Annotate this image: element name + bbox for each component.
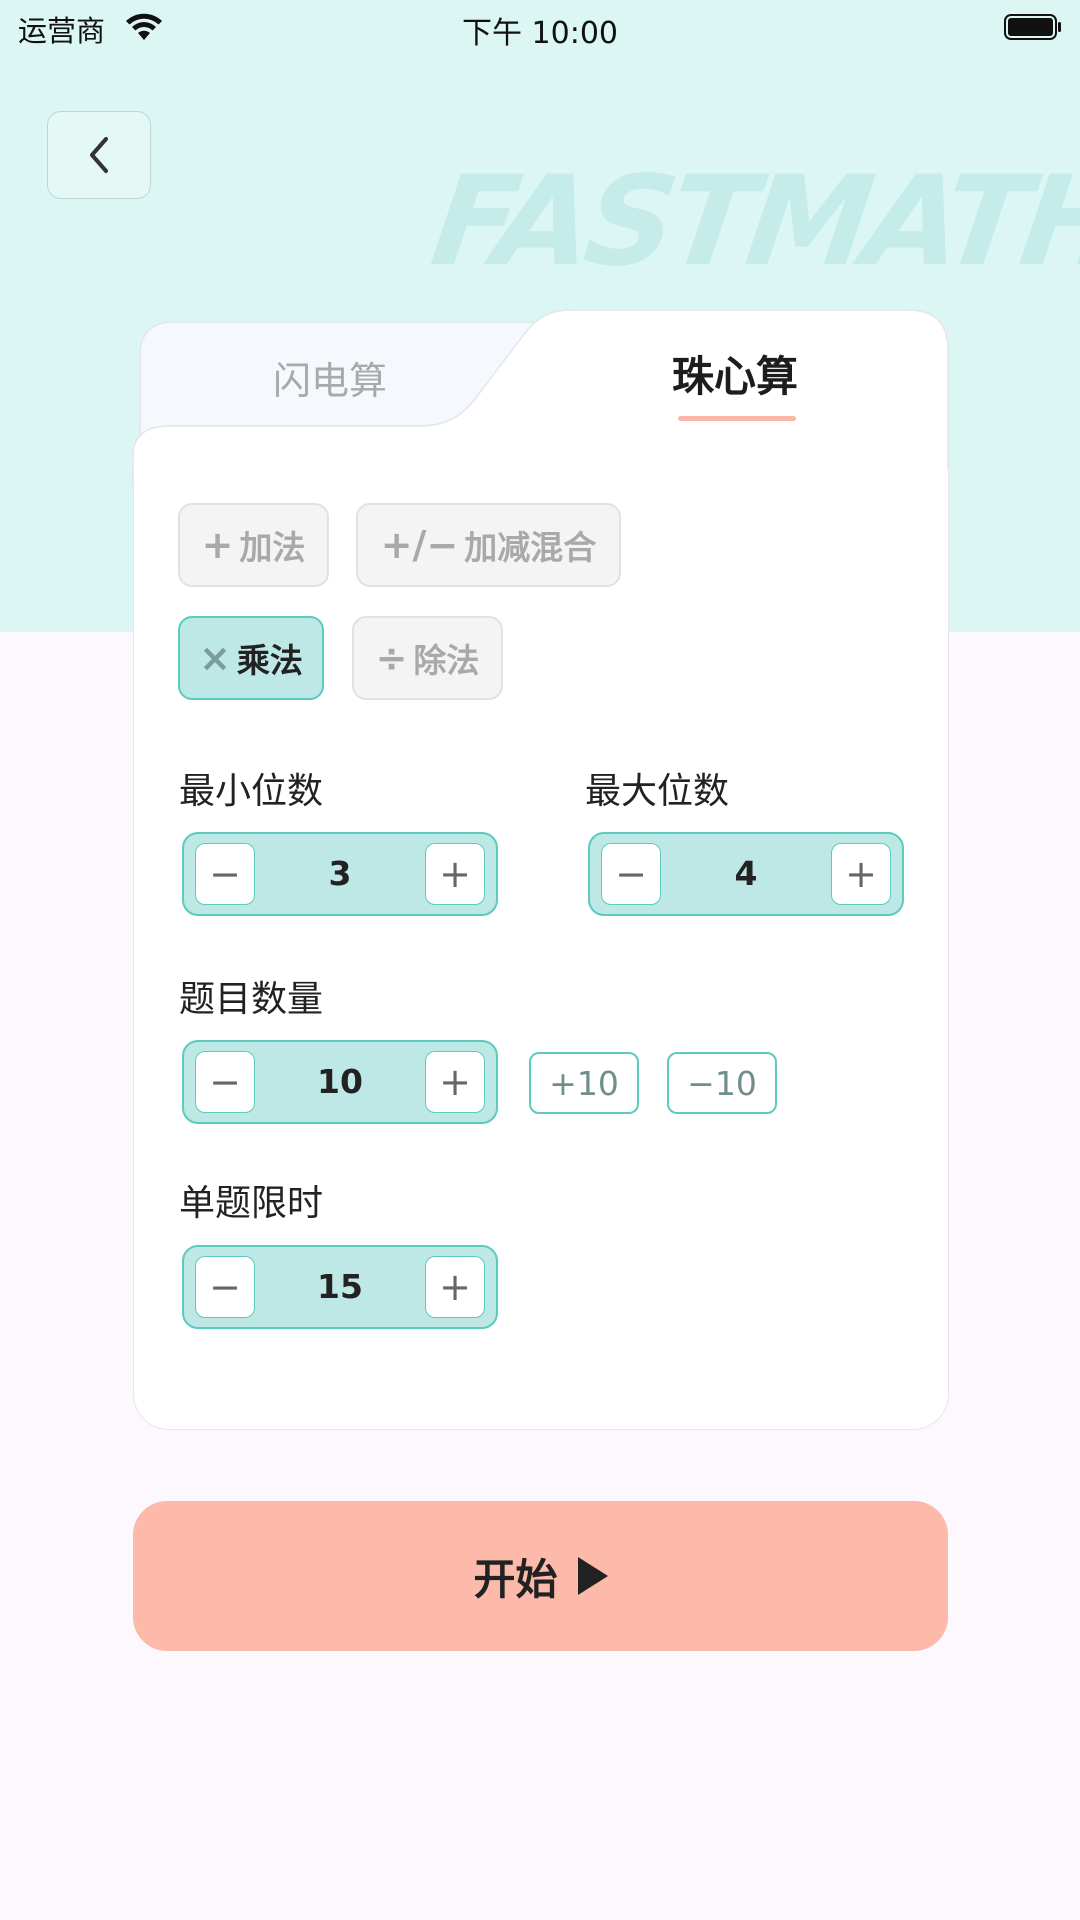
battery-icon xyxy=(1004,14,1061,40)
status-time: 下午 10:00 xyxy=(462,16,618,51)
op-mixed-chip[interactable]: +/− 加减混合 xyxy=(356,503,621,587)
back-button[interactable] xyxy=(47,111,151,199)
min-digits-increment-button[interactable]: + xyxy=(425,843,485,905)
active-tab-indicator xyxy=(678,416,796,421)
question-count-label: 题目数量 xyxy=(179,979,324,1020)
op-addition-chip[interactable]: + 加法 xyxy=(178,503,329,587)
start-button-label: 开始 xyxy=(473,1554,558,1604)
op-multiplication-chip[interactable]: × 乘法 xyxy=(178,616,324,700)
app-watermark: FASTMATH xyxy=(423,150,1080,294)
play-icon xyxy=(577,1557,608,1595)
min-digits-stepper: − 3 + xyxy=(182,832,498,916)
question-count-decrement-button[interactable]: − xyxy=(195,1051,255,1113)
question-count-value: 10 xyxy=(317,1062,363,1101)
plus-minus-icon: +/− xyxy=(380,523,459,567)
max-digits-increment-button[interactable]: + xyxy=(831,843,891,905)
question-count-increment-button[interactable]: + xyxy=(425,1051,485,1113)
time-limit-increment-button[interactable]: + xyxy=(425,1256,485,1318)
chevron-left-icon xyxy=(90,137,108,173)
time-limit-decrement-button[interactable]: − xyxy=(195,1256,255,1318)
start-button[interactable]: 开始 xyxy=(133,1501,948,1651)
tab-abacus-calc[interactable]: 珠心算 xyxy=(600,343,870,404)
add-ten-button[interactable]: +10 xyxy=(529,1052,639,1114)
min-digits-decrement-button[interactable]: − xyxy=(195,843,255,905)
divide-icon: ÷ xyxy=(375,636,408,680)
op-mixed-label: 加减混合 xyxy=(464,528,597,567)
status-bar: 运营商 下午 10:00 xyxy=(0,0,1080,56)
min-digits-value: 3 xyxy=(328,854,352,893)
max-digits-label: 最大位数 xyxy=(585,771,730,812)
op-division-label: 除法 xyxy=(413,641,480,680)
op-addition-label: 加法 xyxy=(239,528,306,567)
plus-icon: + xyxy=(201,523,234,567)
tab-lightning-calc[interactable]: 闪电算 xyxy=(190,350,470,405)
max-digits-value: 4 xyxy=(734,854,758,893)
question-count-stepper: − 10 + xyxy=(182,1040,498,1124)
max-digits-stepper: − 4 + xyxy=(588,832,904,916)
op-division-chip[interactable]: ÷ 除法 xyxy=(352,616,503,700)
time-limit-value: 15 xyxy=(317,1267,363,1306)
subtract-ten-button[interactable]: −10 xyxy=(667,1052,777,1114)
time-limit-label: 单题限时 xyxy=(179,1183,324,1224)
min-digits-label: 最小位数 xyxy=(179,771,324,812)
op-multiplication-label: 乘法 xyxy=(236,641,303,680)
multiply-icon: × xyxy=(199,636,231,680)
time-limit-stepper: − 15 + xyxy=(182,1245,498,1329)
max-digits-decrement-button[interactable]: − xyxy=(601,843,661,905)
